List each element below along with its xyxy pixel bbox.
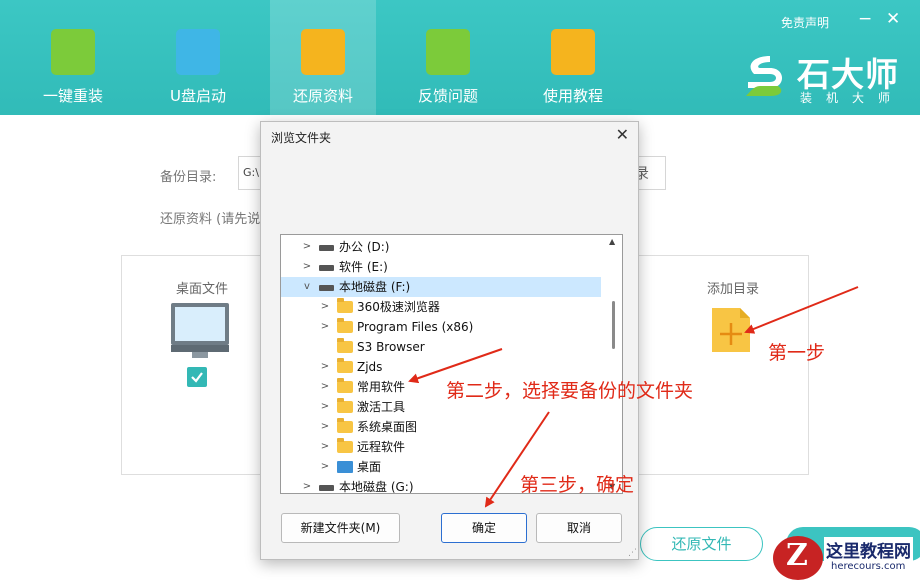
watermark-logo-letter: Z: [786, 538, 808, 573]
app-window: 一键重装 U盘启动 还原资料 反馈问题 使用教程 免责声明 − ✕ 石大师 装机大师 备…: [0, 0, 920, 580]
step1-arrow: [744, 286, 859, 334]
watermark-url: herecours.com: [829, 561, 908, 572]
step2-annotation: 第二步，选择要备份的文件夹: [446, 380, 694, 402]
step3-annotation: 第三步，确定: [520, 474, 635, 496]
watermark-title: 这里教程网: [824, 537, 913, 562]
annotation-arrows: [408, 286, 859, 508]
step1-annotation: 第一步: [768, 342, 826, 364]
